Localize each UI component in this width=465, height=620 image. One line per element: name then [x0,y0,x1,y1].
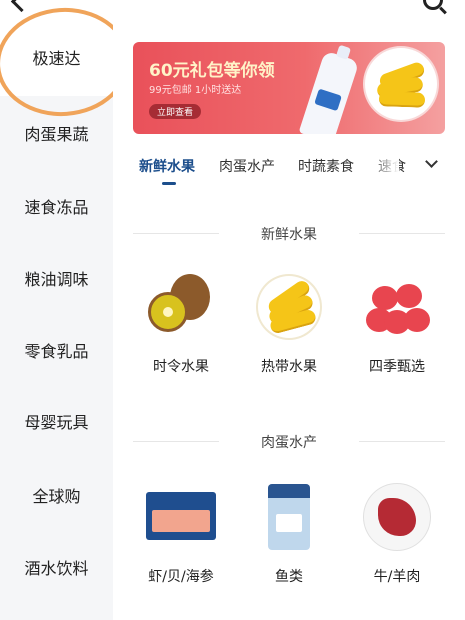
main-content: 60元礼包等你领 99元包邮 1小时送达 立即查看 新鲜水果 肉蛋水产 时蔬素食… [113,22,465,620]
back-arrow-icon[interactable] [10,0,33,13]
chevron-down-icon[interactable] [425,155,438,168]
water-bottle-image [298,50,360,134]
sidebar-item-frozen-food[interactable]: 速食冻品 [0,194,113,218]
apple-image [362,272,432,342]
banner-cta-button[interactable]: 立即查看 [149,104,202,119]
grid-item-label: 牛/羊肉 [373,569,421,585]
tab-meat-egg-seafood[interactable]: 肉蛋水产 [219,156,275,176]
banner-title: 60元礼包等你领 [149,61,275,81]
section-title-text: 新鲜水果 [261,227,317,243]
sidebar-item-label: 酒水饮料 [24,559,89,578]
sidebar-item-label: 母婴玩具 [24,413,89,432]
fish-bag-image [254,482,324,552]
grid-item-four-seasons[interactable]: 四季甄选 [347,272,447,376]
banner-subtitle: 99元包邮 1小时送达 [149,85,242,96]
meat-plate-image [362,482,432,552]
active-tab-indicator [162,182,176,185]
grid-item-label: 虾/贝/海参 [148,569,214,585]
grid-item-beef-lamb[interactable]: 牛/羊肉 [347,482,447,586]
banana-image [254,272,324,342]
category-tabs: 新鲜水果 肉蛋水产 时蔬素食 速食 [133,150,463,190]
sidebar-item-grain-oil[interactable]: 粮油调味 [0,266,113,290]
banana-plate-image [365,48,437,120]
grid-item-seasonal-fruit[interactable]: 时令水果 [131,272,231,376]
section-title-fresh-fruit: 新鲜水果 [133,224,445,244]
sidebar-item-global[interactable]: 全球购 [0,483,113,507]
grid-item-label: 四季甄选 [369,359,425,375]
sidebar-item-snacks-dairy[interactable]: 零食乳品 [0,338,113,362]
grid-item-label: 时令水果 [153,359,209,375]
grid-item-label: 热带水果 [261,359,317,375]
tab-overflow-fade [369,150,399,180]
promo-banner[interactable]: 60元礼包等你领 99元包邮 1小时送达 立即查看 [133,42,445,134]
shrimp-box-image [146,482,216,552]
tab-fresh-fruit[interactable]: 新鲜水果 [139,156,195,176]
sidebar-item-drinks[interactable]: 酒水饮料 [0,555,113,579]
sidebar-item-label: 全球购 [32,487,81,506]
grid-item-fish[interactable]: 鱼类 [239,482,339,586]
sidebar-item-meat-egg-fruit-veg[interactable]: 肉蛋果蔬 [0,121,113,145]
category-sidebar: 极速达 肉蛋果蔬 速食冻品 粮油调味 零食乳品 母婴玩具 全球购 酒水饮料 [0,3,134,620]
search-icon[interactable] [423,0,443,10]
grid-item-label: 鱼类 [275,569,303,585]
sidebar-item-label: 零食乳品 [24,342,89,361]
section-title-text: 肉蛋水产 [261,435,317,451]
sidebar-item-label: 粮油调味 [24,270,89,289]
grid-item-shrimp-shellfish[interactable]: 虾/贝/海参 [131,482,231,586]
section-title-meat-seafood: 肉蛋水产 [133,432,445,452]
sidebar-item-label: 速食冻品 [24,198,89,217]
grid-item-tropical-fruit[interactable]: 热带水果 [239,272,339,376]
sidebar-item-baby-toys[interactable]: 母婴玩具 [0,409,113,433]
tab-vegetables[interactable]: 时蔬素食 [298,156,354,176]
sidebar-item-label: 肉蛋果蔬 [24,125,89,144]
kiwi-image [146,272,216,342]
